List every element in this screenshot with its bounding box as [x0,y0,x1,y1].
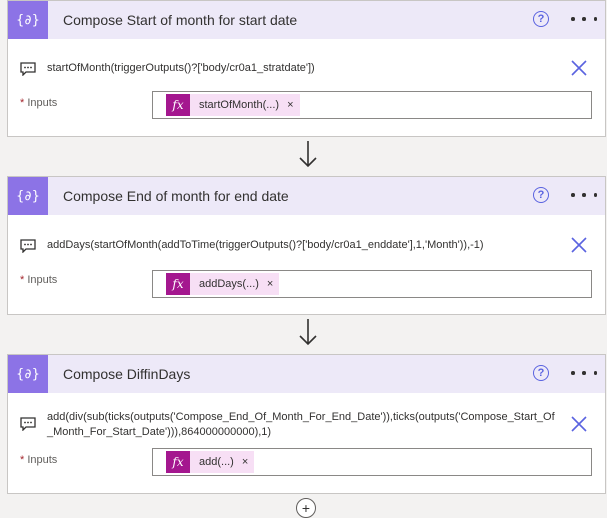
comment-icon [20,62,36,76]
close-icon[interactable] [569,58,589,78]
compose-card-start-of-month: {∂} Compose Start of month for start dat… [7,0,606,137]
inputs-field[interactable]: fx startOfMonth(...) × [152,91,592,119]
compose-card-diffindays: {∂} Compose DiffinDays ? add(div(sub(tic… [7,354,606,494]
inputs-label: * Inputs [20,274,58,286]
close-icon[interactable] [569,235,589,255]
expression-text: startOfMonth(triggerOutputs()?['body/cr0… [47,62,315,74]
token-label: add(...) [199,456,234,468]
remove-token-button[interactable]: × [267,278,273,290]
inputs-field[interactable]: fx addDays(...) × [152,270,592,298]
help-icon[interactable]: ? [533,187,549,203]
token-label: addDays(...) [199,278,259,290]
more-icon[interactable] [571,363,597,383]
compose-icon: {∂} [8,355,48,393]
help-icon[interactable]: ? [533,11,549,27]
card-title: Compose DiffinDays [63,366,191,382]
close-icon[interactable] [569,414,589,434]
card-header[interactable]: {∂} Compose DiffinDays ? [8,355,605,393]
card-header[interactable]: {∂} Compose End of month for end date ? [8,177,605,215]
inputs-label: * Inputs [20,97,58,109]
compose-card-end-of-month: {∂} Compose End of month for end date ? … [7,176,606,315]
expression-token[interactable]: fx add(...) × [166,451,255,473]
expression-token[interactable]: fx addDays(...) × [166,273,280,295]
inputs-label: * Inputs [20,454,58,466]
arrow-down-icon [299,141,317,168]
remove-token-button[interactable]: × [287,99,293,111]
fx-icon: fx [166,451,190,473]
help-icon[interactable]: ? [533,365,549,381]
add-icon[interactable]: + [296,498,316,518]
more-icon[interactable] [571,185,597,205]
card-title: Compose End of month for end date [63,188,289,204]
compose-icon: {∂} [8,1,48,39]
remove-token-button[interactable]: × [242,456,248,468]
expression-token[interactable]: fx startOfMonth(...) × [166,94,300,116]
fx-icon: fx [166,273,190,295]
inputs-field[interactable]: fx add(...) × [152,448,592,476]
more-icon[interactable] [571,9,597,29]
expression-text: addDays(startOfMonth(addToTime(triggerOu… [47,239,484,251]
comment-icon [20,239,36,253]
compose-icon: {∂} [8,177,48,215]
fx-icon: fx [166,94,190,116]
card-header[interactable]: {∂} Compose Start of month for start dat… [8,1,605,39]
svg-text:{∂}: {∂} [17,13,39,28]
arrow-down-icon [299,319,317,346]
token-label: startOfMonth(...) [199,99,280,111]
svg-text:{∂}: {∂} [17,189,39,204]
expression-text: add(div(sub(ticks(outputs('Compose_End_O… [47,411,555,438]
svg-text:{∂}: {∂} [17,367,39,382]
comment-icon [20,417,36,431]
card-title: Compose Start of month for start date [63,12,298,28]
